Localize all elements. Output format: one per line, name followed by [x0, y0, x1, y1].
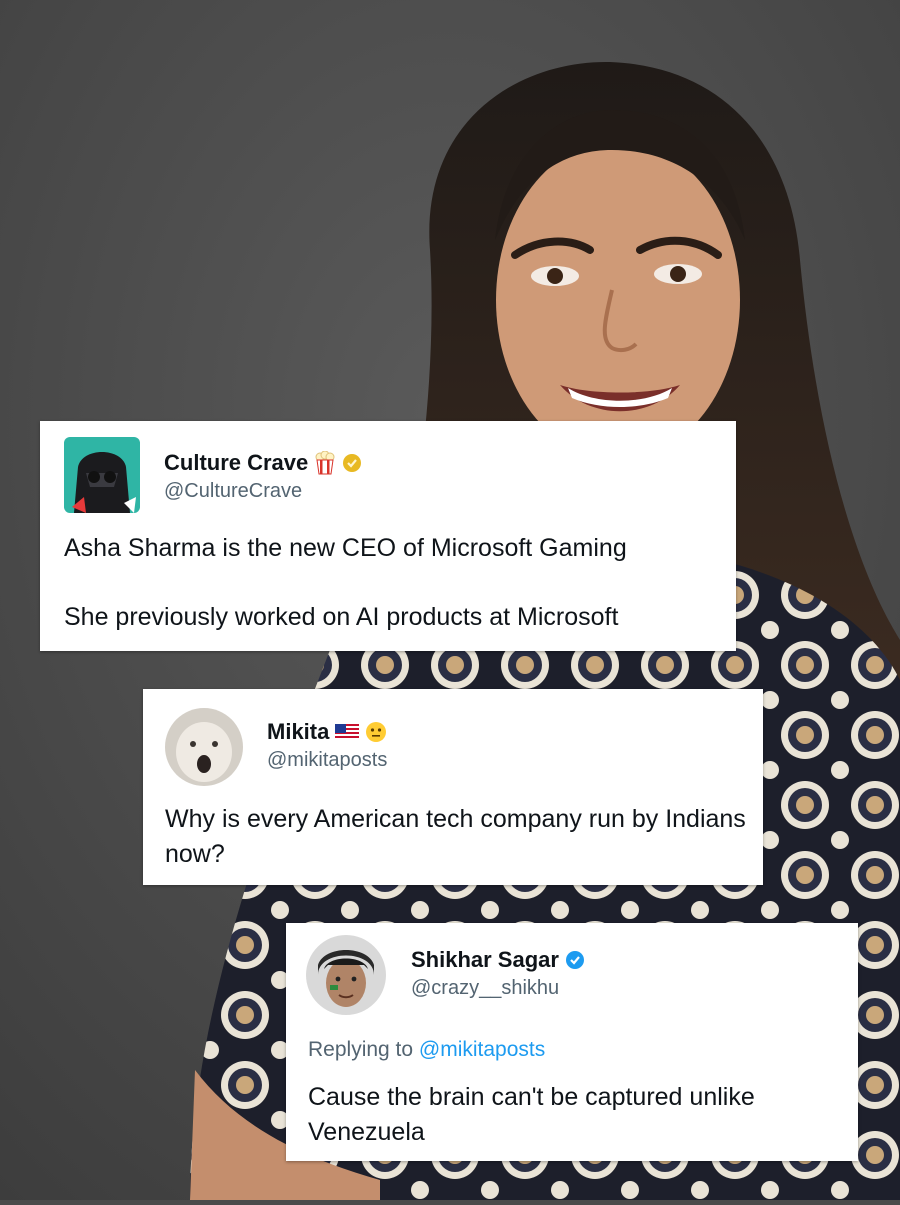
tweet-text: Asha Sharma is the new CEO of Microsoft …	[64, 531, 724, 635]
popcorn-icon	[314, 451, 336, 475]
user-handle[interactable]: @mikitaposts	[267, 749, 387, 772]
tweet-card-mikita[interactable]: Mikita @mikitaposts Why is every America…	[143, 689, 763, 885]
display-name[interactable]: Mikita	[267, 719, 329, 745]
user-handle[interactable]: @crazy__shikhu	[411, 977, 559, 1000]
us-flag-icon	[335, 724, 360, 740]
verified-badge-gold-icon	[342, 453, 362, 473]
tweet-line: Asha Sharma is the new CEO of Microsoft …	[64, 534, 627, 562]
verified-badge-blue-icon	[565, 950, 585, 970]
tweet-line: She previously worked on AI products at …	[64, 603, 619, 631]
avatar[interactable]	[64, 437, 140, 513]
tweet-card-culture-crave[interactable]: Culture Crave @CultureCrave Asha Sharma …	[40, 421, 736, 651]
reply-context: Replying to @mikitaposts	[308, 1038, 545, 1062]
reply-target-link[interactable]: @mikitaposts	[419, 1038, 545, 1061]
tweet-text: Why is every American tech company run b…	[165, 805, 746, 868]
display-name[interactable]: Shikhar Sagar	[411, 947, 559, 973]
avatar[interactable]	[165, 708, 243, 786]
reply-prefix: Replying to	[308, 1038, 414, 1061]
neutral-face-icon	[365, 721, 387, 743]
display-name[interactable]: Culture Crave	[164, 450, 308, 476]
tweet-card-shikhar-sagar[interactable]: Shikhar Sagar @crazy__shikhu Replying to…	[286, 923, 858, 1161]
avatar[interactable]	[306, 935, 386, 1015]
tweet-text: Cause the brain can't be captured unlike…	[308, 1083, 755, 1146]
user-handle[interactable]: @CultureCrave	[164, 480, 302, 503]
